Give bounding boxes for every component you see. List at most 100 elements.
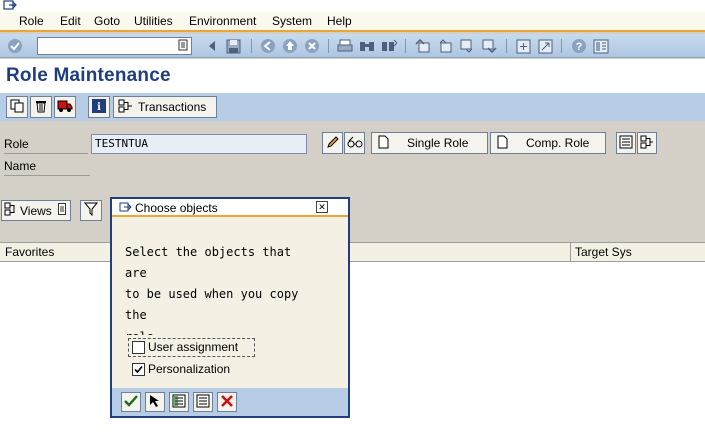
select-all-icon <box>148 394 162 411</box>
dialog-title: Choose objects <box>135 201 218 215</box>
role-input-value: TESTNTUA <box>95 137 148 150</box>
cancel-icon[interactable] <box>304 38 320 54</box>
copy-icon <box>10 99 24 116</box>
app-menu-icon[interactable] <box>3 0 17 11</box>
views-dropdown[interactable]: Views <box>1 200 71 221</box>
comp-role-label: Comp. Role <box>526 136 590 150</box>
transactions-icon <box>118 99 133 116</box>
create-session-icon[interactable] <box>515 38 531 54</box>
deselect-all-button[interactable] <box>193 392 213 412</box>
info-button[interactable]: i <box>88 96 110 118</box>
edit-role-button[interactable] <box>322 132 343 154</box>
create-comp-role-button[interactable]: Comp. Role <box>490 132 606 154</box>
help-icon[interactable]: ? <box>571 38 587 54</box>
personalization-label: Personalization <box>148 362 231 376</box>
transactions-button[interactable]: Transactions <box>113 96 217 118</box>
views-icon <box>4 202 18 219</box>
menu-environment[interactable]: Environment <box>189 14 256 28</box>
column-favorites[interactable]: Favorites <box>5 245 54 259</box>
menu-help[interactable]: Help <box>327 14 352 28</box>
command-field[interactable] <box>37 37 192 55</box>
find-next-icon[interactable] <box>381 38 397 54</box>
dialog-titlebar[interactable]: Choose objects ✕ <box>112 199 348 217</box>
field-underline <box>4 175 90 176</box>
name-label: Name <box>4 159 37 173</box>
confirm-icon <box>124 394 138 411</box>
menu-utilities[interactable]: Utilities <box>134 14 173 28</box>
standard-toolbar: ? <box>0 34 705 58</box>
column-target-sys[interactable]: Target Sys <box>575 245 632 259</box>
cancel-icon <box>220 394 234 411</box>
filter-button[interactable] <box>80 200 102 221</box>
filter-icon <box>83 202 99 219</box>
find-icon[interactable] <box>359 38 375 54</box>
single-role-label: Single Role <box>407 136 469 150</box>
close-icon[interactable]: ✕ <box>316 201 328 213</box>
favorites-table-header: Favorites Target Sys <box>0 242 705 262</box>
toolbar-separator <box>251 39 252 53</box>
info-icon: i <box>92 98 106 116</box>
user-assignment-checkbox[interactable] <box>132 341 145 354</box>
transactions-label: Transactions <box>138 100 207 114</box>
exit-icon[interactable] <box>282 38 298 54</box>
personalization-checkbox[interactable] <box>132 363 145 376</box>
previous-page-icon[interactable] <box>437 38 453 54</box>
page-title: Role Maintenance <box>6 65 171 86</box>
select-all-button[interactable] <box>145 392 165 412</box>
print-icon[interactable] <box>337 38 353 54</box>
transport-role-button[interactable] <box>54 96 76 118</box>
menu-bar: Role Edit Goto Utilities Environment Sys… <box>0 12 705 32</box>
views-label: Views <box>20 203 52 218</box>
first-page-icon[interactable] <box>415 38 431 54</box>
display-role-button[interactable] <box>344 132 365 154</box>
pencil-icon <box>326 135 340 152</box>
glasses-icon <box>347 135 363 152</box>
transport-icon <box>57 99 73 116</box>
command-history-icon[interactable] <box>178 39 188 51</box>
document-icon <box>497 135 508 152</box>
choose-objects-dialog: Choose objects ✕ Select the objects that… <box>110 197 350 418</box>
toolbar-separator <box>405 39 406 53</box>
select-block-icon <box>172 394 186 411</box>
shortcut-icon[interactable] <box>537 38 553 54</box>
title-area: Role Maintenance <box>0 59 705 93</box>
role-input[interactable]: TESTNTUA <box>91 134 307 154</box>
role-tools-button[interactable] <box>616 132 636 154</box>
toolbar-separator <box>506 39 507 53</box>
cancel-button[interactable] <box>217 392 237 412</box>
delete-role-button[interactable] <box>30 96 52 118</box>
layout-menu-icon[interactable] <box>593 38 609 54</box>
copy-role-button[interactable] <box>6 96 28 118</box>
next-page-icon[interactable] <box>459 38 475 54</box>
application-toolbar: i Transactions <box>0 93 705 121</box>
svg-text:i: i <box>97 102 101 113</box>
collapse-command-icon[interactable] <box>204 38 220 54</box>
deselect-all-icon <box>196 394 210 411</box>
role-label: Role <box>4 137 29 151</box>
save-icon[interactable] <box>225 38 241 54</box>
role-hierarchy-button[interactable] <box>637 132 657 154</box>
back-icon[interactable] <box>260 38 276 54</box>
user-assignment-label: User assignment <box>148 340 239 354</box>
column-divider[interactable] <box>570 243 571 261</box>
dialog-message-line: the <box>125 308 147 322</box>
menu-edit[interactable]: Edit <box>60 14 81 28</box>
dialog-button-bar <box>112 388 348 416</box>
menu-system[interactable]: System <box>272 14 312 28</box>
menu-goto[interactable]: Goto <box>94 14 120 28</box>
menu-role[interactable]: Role <box>19 14 44 28</box>
svg-text:?: ? <box>576 41 583 53</box>
delete-icon <box>34 99 48 116</box>
toolbar-separator <box>561 39 562 53</box>
hierarchy-icon <box>640 135 654 152</box>
last-page-icon[interactable] <box>481 38 497 54</box>
select-block-button[interactable] <box>169 392 189 412</box>
field-underline <box>4 153 88 154</box>
enter-icon[interactable] <box>7 38 23 54</box>
create-single-role-button[interactable]: Single Role <box>371 132 488 154</box>
confirm-button[interactable] <box>121 392 141 412</box>
favorites-table-body[interactable] <box>0 262 705 439</box>
dialog-menu-icon[interactable] <box>119 202 132 216</box>
window-title-strip <box>0 0 705 12</box>
dialog-message-line: to be used when you copy <box>125 287 299 301</box>
